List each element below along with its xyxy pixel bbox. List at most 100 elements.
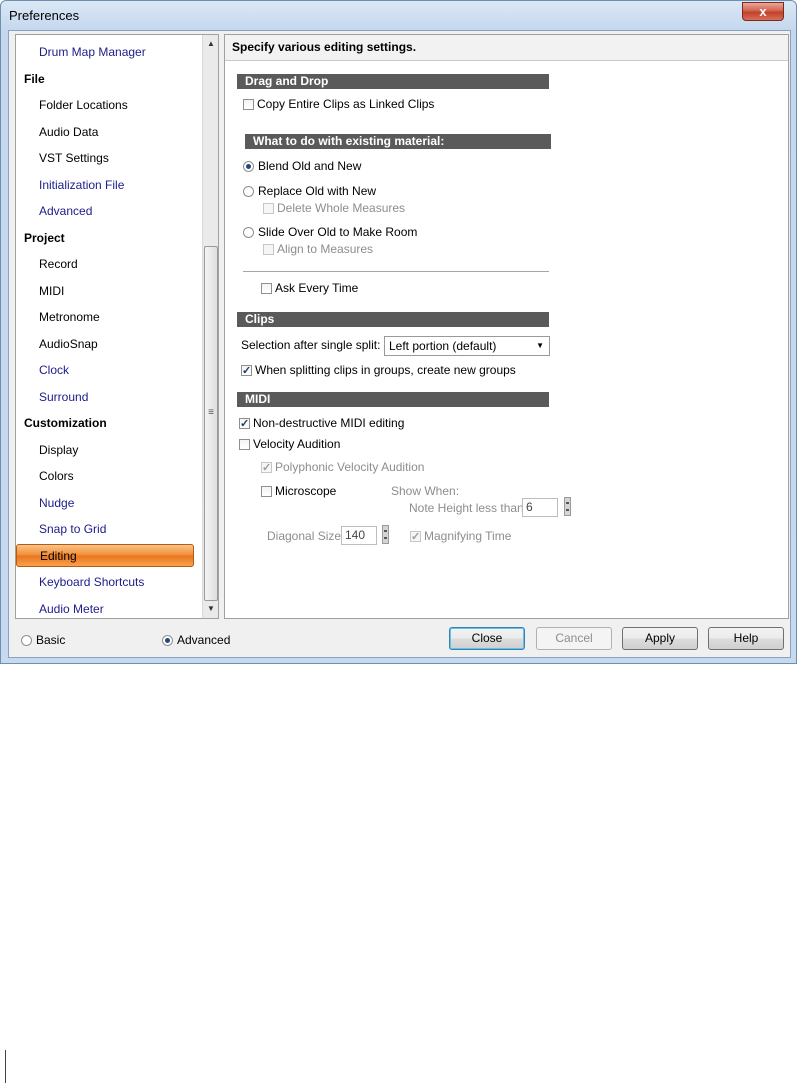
tree-item[interactable]: Surround [16,384,202,410]
microscope-check[interactable] [261,486,272,497]
replace-label: Replace Old with New [258,184,377,198]
magnifying-time-label: Magnifying Time [424,529,512,543]
note-height-spinner[interactable] [564,497,571,516]
basic-label: Basic [36,633,66,647]
tree-item[interactable]: Folder Locations [16,92,202,118]
split-selection-dropdown[interactable]: Left portion (default) ▼ [384,336,550,356]
close-button[interactable]: Close [449,627,525,650]
scroll-up-arrow-icon[interactable]: ▲ [203,39,218,48]
window-title: Preferences [9,8,80,23]
polyphonic-velocity-checkbox: Polyphonic Velocity Audition [261,459,425,476]
tree-category[interactable]: Customization [16,410,202,436]
microscope-label: Microscope [275,484,337,498]
tree-item[interactable]: Audio Data [16,119,202,145]
align-check [263,244,274,255]
non-destructive-check[interactable] [239,416,250,432]
basic-mode-radio[interactable]: Basic [21,632,65,648]
tree-item[interactable]: VST Settings [16,145,202,171]
tree-item[interactable]: Colors [16,463,202,489]
advanced-label: Advanced [177,633,231,647]
preferences-window: Preferences x Drum Map Manager File Folder… [0,0,797,664]
chevron-down-icon: ▼ [536,341,544,350]
tree-item[interactable]: Editing [16,543,194,567]
diagonal-size-spinner[interactable] [382,525,389,544]
category-tree: Drum Map Manager File Folder Locations Audi… [15,34,219,619]
cancel-button: Cancel [536,627,612,650]
apply-button[interactable]: Apply [622,627,698,650]
tree-item[interactable]: Metronome [16,304,202,330]
blend-radio-dot[interactable] [243,161,254,172]
velocity-audition-label: Velocity Audition [253,437,341,451]
section-midi: MIDI [237,392,549,407]
align-to-measures-checkbox: Align to Measures [263,241,373,257]
slide-label: Slide Over Old to Make Room [258,225,418,239]
diagonal-size-label: Diagonal Size: [267,529,345,543]
ask-every-time-label: Ask Every Time [275,281,359,295]
copy-linked-label: Copy Entire Clips as Linked Clips [257,97,435,111]
note-height-field[interactable]: 6 [522,498,558,517]
tree-item[interactable]: MIDI [16,278,202,304]
tree-item[interactable]: Clock [16,357,202,383]
window-close-button[interactable]: x [742,2,784,21]
scroll-down-arrow-icon[interactable]: ▼ [203,604,218,613]
tree-category[interactable]: Project [16,225,202,251]
replace-old-new-radio[interactable]: Replace Old with New [243,183,376,199]
slide-radio-dot[interactable] [243,227,254,238]
non-destructive-label: Non-destructive MIDI editing [253,416,405,430]
advanced-mode-radio[interactable]: Advanced [162,632,230,648]
non-destructive-midi-checkbox[interactable]: Non-destructive MIDI editing [239,415,405,432]
split-selection-label: Selection after single split: [241,338,381,352]
copy-linked-clips-checkbox[interactable]: Copy Entire Clips as Linked Clips [243,96,434,112]
tree-item[interactable]: Drum Map Manager [16,39,202,65]
category-tree-scrollbar[interactable]: ▲ ≡ ▼ [202,35,218,618]
tree-item[interactable]: Initialization File [16,172,202,198]
create-new-groups-checkbox[interactable]: When splitting clips in groups, create n… [241,362,516,379]
section-drag-and-drop: Drag and Drop [237,74,549,89]
section-clips: Clips [237,312,549,327]
page-margin-line [5,1050,6,1083]
scroll-grip-icon: ≡ [208,407,214,418]
tree-item[interactable]: AudioSnap [16,331,202,357]
velocity-audition-check[interactable] [239,439,250,450]
magnifying-time-checkbox: Magnifying Time [410,528,512,545]
diagonal-size-field[interactable]: 140 [341,526,377,545]
delete-whole-measures-checkbox: Delete Whole Measures [263,200,405,216]
dialog-client: Drum Map Manager File Folder Locations Audi… [8,30,791,658]
polyphonic-label: Polyphonic Velocity Audition [275,460,425,474]
scroll-thumb[interactable]: ≡ [204,246,218,601]
split-selection-value: Left portion (default) [389,339,497,353]
tree-item[interactable]: Keyboard Shortcuts [16,569,202,595]
advanced-radio-dot[interactable] [162,635,173,646]
magnifying-time-check [410,529,421,545]
tree-item[interactable]: Record [16,251,202,277]
replace-radio-dot[interactable] [243,186,254,197]
blend-old-new-radio[interactable]: Blend Old and New [243,158,361,174]
velocity-audition-checkbox[interactable]: Velocity Audition [239,436,340,452]
basic-radio-dot[interactable] [21,635,32,646]
tree-item[interactable]: Advanced [16,198,202,224]
tree-category[interactable]: File [16,66,202,92]
tree-item[interactable]: Display [16,437,202,463]
help-button[interactable]: Help [708,627,784,650]
delete-whole-label: Delete Whole Measures [277,201,406,215]
divider [243,271,549,272]
tree-item[interactable]: Audio Meter [16,596,202,619]
ask-every-time-checkbox[interactable]: Ask Every Time [261,280,358,296]
align-label: Align to Measures [277,242,374,256]
panel-header: Specify various editing settings. [225,35,788,61]
ask-every-time-check[interactable] [261,283,272,294]
show-when-label: Show When: [391,484,460,498]
tree-item[interactable]: Nudge [16,490,202,516]
editing-settings-panel: Specify various editing settings. Drag a… [224,34,789,619]
blend-label: Blend Old and New [258,159,362,173]
copy-linked-check[interactable] [243,99,254,110]
polyphonic-check [261,460,272,476]
tree-item[interactable]: Snap to Grid [16,516,202,542]
microscope-checkbox[interactable]: Microscope [261,483,336,499]
slide-over-old-radio[interactable]: Slide Over Old to Make Room [243,224,417,240]
section-existing-material: What to do with existing material: [245,134,551,149]
delete-whole-check [263,203,274,214]
create-new-groups-label: When splitting clips in groups, create n… [255,363,516,377]
note-height-label: Note Height less than: [409,501,528,515]
create-new-groups-check[interactable] [241,363,252,379]
